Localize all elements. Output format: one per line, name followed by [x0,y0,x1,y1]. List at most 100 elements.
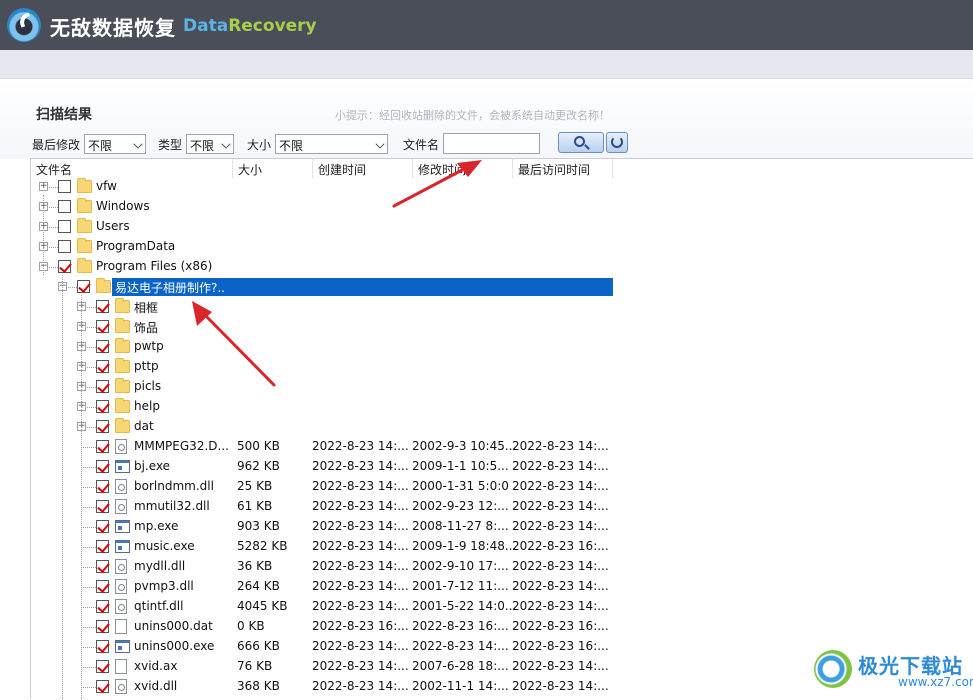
checkbox[interactable] [96,620,109,633]
file-size: 666 KB [237,639,280,653]
refresh-button[interactable] [606,132,628,153]
tree-row-file[interactable]: unins000.dat 0 KB 2022-8-23 16:... 2022-8-2… [31,617,971,637]
dll-file-icon [115,679,127,694]
folder-icon [77,178,92,193]
accessed-time: 2022-8-23 14:... [512,679,609,693]
checkbox[interactable] [96,400,109,413]
folder-icon [96,278,111,293]
tree-row-folder[interactable]: + pwtp [31,337,971,357]
tree-row-folder[interactable]: + Users [31,217,971,237]
checkbox[interactable] [58,220,71,233]
tree-row-folder[interactable]: + vfw [31,177,971,197]
tree-row-folder[interactable]: + help [31,397,971,417]
selected-row-highlight[interactable]: 易达电子相册制作?.. [112,278,613,296]
folder-name: dat [134,419,154,433]
checkbox[interactable] [96,360,109,373]
exe-file-icon [115,540,130,553]
checkbox[interactable] [58,200,71,213]
dll-file-icon [115,579,127,594]
checkbox[interactable] [96,340,109,353]
tree-row-folder[interactable]: + picls [31,377,971,397]
checkbox[interactable] [96,580,109,593]
folder-name: vfw [96,179,117,193]
modified-time: 2000-1-31 5:0:0 [412,479,509,493]
checkbox[interactable] [58,260,71,273]
refresh-icon [611,136,623,148]
tree-row-file[interactable]: mydll.dll 36 KB 2022-8-23 14:... 2002-9-10 … [31,557,971,577]
folder-name: 相框 [134,301,159,315]
folder-name: ProgramData [96,239,176,253]
column-header-name[interactable]: 文件名 [31,159,233,178]
tree-row-folder[interactable]: + Windows [31,197,971,217]
tree-row-folder[interactable]: − Program Files (x86) [31,257,971,277]
checkbox[interactable] [77,280,90,293]
checkbox[interactable] [96,380,109,393]
tree-row-folder[interactable]: + pttp [31,357,971,377]
expand-icon[interactable]: + [39,182,48,191]
search-button[interactable] [558,132,604,153]
modified-time: 2009-1-1 10:5... [412,459,509,473]
accessed-time: 2022-8-23 14:... [512,499,609,513]
created-time: 2022-8-23 14:... [312,499,409,513]
column-header-accessed[interactable]: 最后访问时间 [513,159,613,178]
modified-time: 2007-6-28 18:... [412,659,509,673]
tree-row-file[interactable]: borlndmm.dll 25 KB 2022-8-23 14:... 2000-1-… [31,477,971,497]
tree-row-file[interactable]: bj.exe 962 KB 2022-8-23 14:... 2009-1-1 10:… [31,457,971,477]
created-time: 2022-8-23 14:... [312,519,409,533]
checkbox[interactable] [58,180,71,193]
checkbox[interactable] [96,520,109,533]
dll-file-icon [115,559,127,574]
tree-row-folder[interactable]: + 相框 [31,297,971,317]
checkbox[interactable] [96,600,109,613]
tree-row-file[interactable]: pvmp3.dll 264 KB 2022-8-23 14:... 2001-7-12… [31,577,971,597]
checkbox[interactable] [96,500,109,513]
checkbox[interactable] [96,560,109,573]
modified-time: 2009-1-9 18:48... [412,539,517,553]
created-time: 2022-8-23 14:... [312,459,409,473]
tree-row-folder[interactable]: + dat [31,417,971,437]
column-header-created[interactable]: 创建时间 [313,159,413,178]
checkbox[interactable] [96,640,109,653]
app-logo-icon [7,8,41,42]
checkbox[interactable] [96,540,109,553]
watermark-logo-icon [814,650,852,688]
file-size: 962 KB [237,459,280,473]
tree-row-folder-selected[interactable]: − 易达电子相册制作?.. [31,277,971,297]
tree-row-file[interactable]: mmutil32.dll 61 KB 2022-8-23 14:... 2002-9-… [31,497,971,517]
tree-row-file[interactable]: qtintf.dll 4045 KB 2022-8-23 14:... 2001-5-… [31,597,971,617]
checkbox[interactable] [96,680,109,693]
dll-file-icon [115,599,127,614]
created-time: 2022-8-23 14:... [312,559,409,573]
hint-text: 小提示：经回收站删除的文件，会被系统自动更改名称！ [335,109,610,122]
type-select[interactable]: 不限 [186,134,234,154]
filename-input[interactable] [443,133,540,154]
filename-label: 文件名 [403,138,440,152]
checkbox[interactable] [96,320,109,333]
last-modified-select[interactable]: 不限 [84,134,146,154]
checkbox[interactable] [96,660,109,673]
tree-row-file[interactable]: music.exe 5282 KB 2022-8-23 14:... 2009-1-9… [31,537,971,557]
checkbox[interactable] [58,240,71,253]
tree-row-folder[interactable]: + ProgramData [31,237,971,257]
tree-row-file[interactable]: MMMPEG32.D... 500 KB 2022-8-23 14:... 2002-… [31,437,971,457]
dll-file-icon [115,439,127,454]
column-header-modified[interactable]: 修改时间 [413,159,513,178]
checkbox[interactable] [96,300,109,313]
chevron-down-icon [221,139,231,149]
column-header-size[interactable]: 大小 [233,159,313,178]
tree-row-folder[interactable]: + 饰品 [31,317,971,337]
file-size: 61 KB [237,499,273,513]
file-name: mp.exe [134,519,179,533]
file-tree[interactable]: 文件名 大小 创建时间 修改时间 最后访问时间 + vfw + Windows + Use… [30,158,973,700]
folder-icon [115,398,130,413]
folder-icon [115,358,130,373]
file-size: 368 KB [237,679,280,693]
checkbox[interactable] [96,460,109,473]
file-name: unins000.dat [134,619,213,633]
checkbox[interactable] [96,480,109,493]
size-select[interactable]: 不限 [275,134,388,154]
checkbox[interactable] [96,440,109,453]
chevron-down-icon [375,139,385,149]
checkbox[interactable] [96,420,109,433]
tree-row-file[interactable]: mp.exe 903 KB 2022-8-23 14:... 2008-11-27 8… [31,517,971,537]
